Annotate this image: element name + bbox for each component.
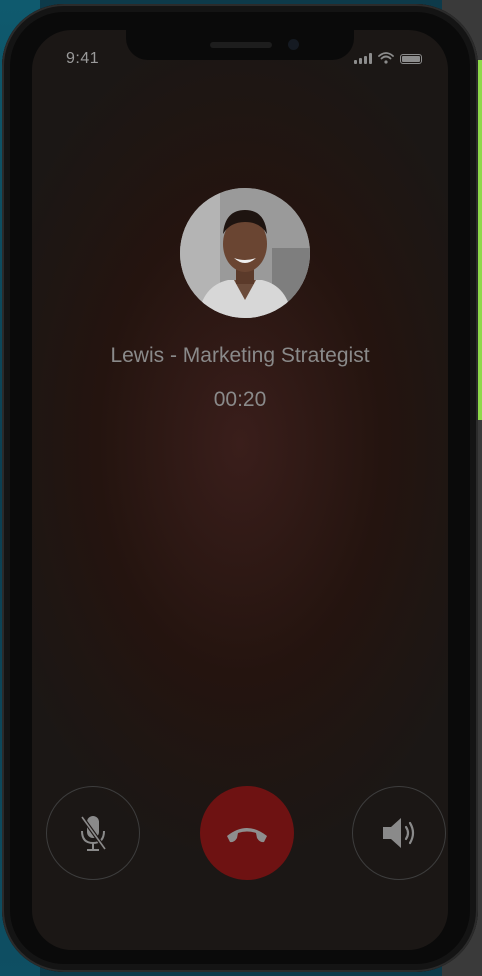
earpiece — [210, 42, 272, 48]
status-time: 9:41 — [66, 50, 100, 67]
microphone-off-icon — [80, 815, 107, 851]
speaker-volume-icon — [383, 818, 415, 848]
caller-name: Lewis - Marketing Strategist — [110, 344, 370, 367]
notch — [126, 30, 354, 60]
end-call-button[interactable] — [200, 786, 294, 880]
status-icons — [354, 52, 422, 64]
caller-photo — [180, 188, 310, 318]
phone-frame: 9:41 Lewis - Marketing Strategist 00:20 — [2, 4, 478, 972]
caller-avatar — [180, 188, 310, 318]
phone-hangup-icon — [227, 828, 267, 843]
call-screen: 9:41 Lewis - Marketing Strategist 00:20 — [32, 30, 448, 950]
call-duration: 00:20 — [213, 388, 267, 411]
front-camera — [288, 39, 299, 50]
signal-icon — [354, 53, 372, 64]
speaker-button[interactable] — [352, 786, 446, 880]
battery-icon — [400, 54, 422, 64]
wifi-icon — [378, 52, 394, 64]
mute-button[interactable] — [46, 786, 140, 880]
